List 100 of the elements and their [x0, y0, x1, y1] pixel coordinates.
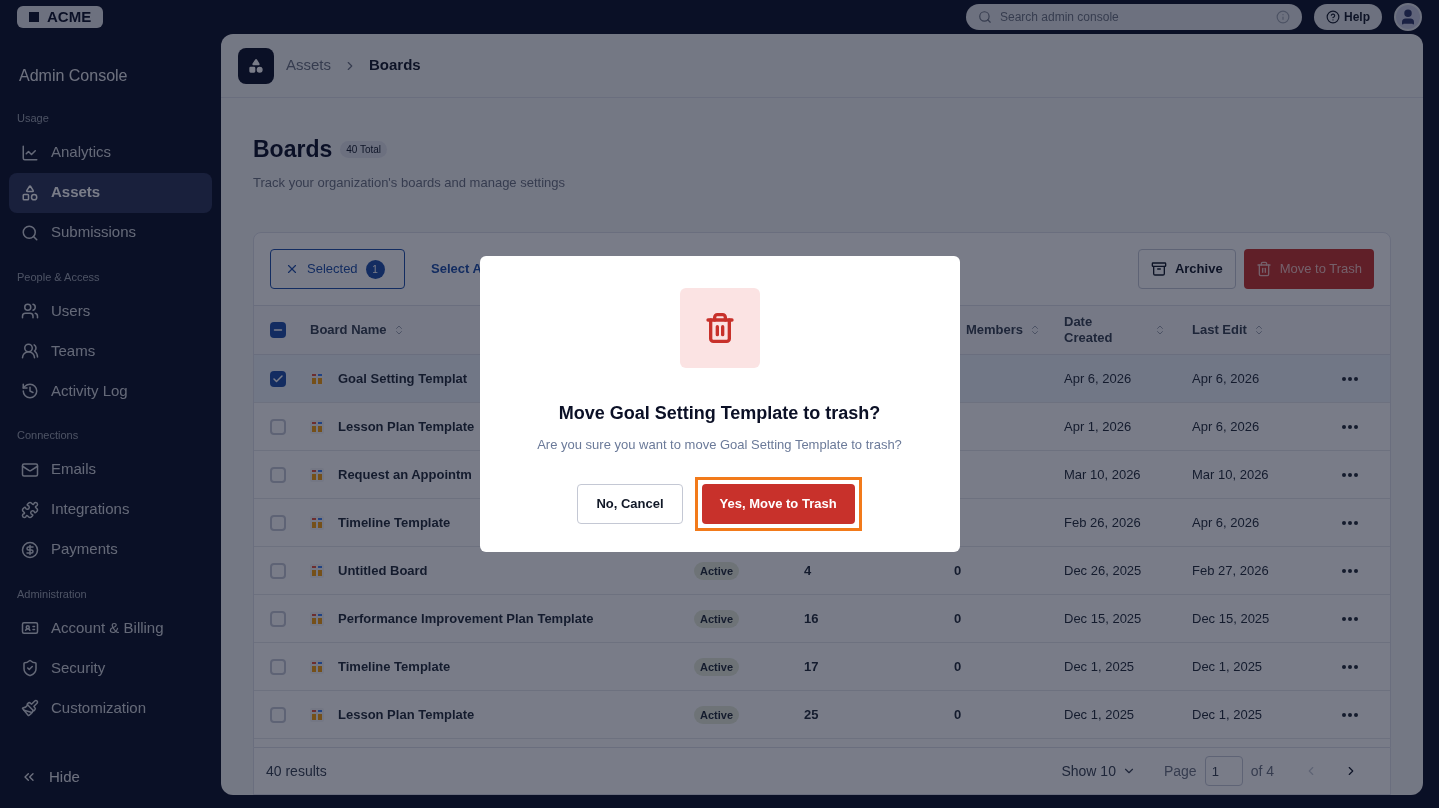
board-icon [310, 371, 324, 386]
more-icon[interactable] [1342, 376, 1358, 381]
more-icon[interactable] [1342, 616, 1358, 621]
confirm-button[interactable]: Yes, Move to Trash [701, 483, 855, 524]
more-icon[interactable] [1342, 712, 1358, 717]
menu-icon [21, 223, 39, 242]
board-name[interactable]: Untitled Board [338, 560, 428, 581]
row-checkbox[interactable] [270, 466, 286, 483]
info-icon [1276, 10, 1290, 24]
column-header[interactable]: Date Created [1064, 314, 1144, 346]
menu-icon [21, 540, 39, 559]
more-icon[interactable] [1342, 664, 1358, 669]
board-name[interactable]: Lesson Plan Template [338, 704, 475, 725]
trash-icon [1255, 261, 1272, 277]
menu-icon [21, 302, 39, 320]
cancel-button[interactable]: No, Cancel [577, 483, 683, 524]
table-cell: Apr 6, 2026 [1192, 418, 1260, 434]
sidebar-item[interactable]: Assets [9, 172, 212, 213]
row-checkbox[interactable] [270, 706, 286, 723]
menu-icon [21, 500, 39, 519]
hide-button[interactable]: Hide [9, 759, 212, 795]
page-label: Page [1163, 761, 1197, 781]
board-icon [310, 515, 324, 530]
row-checkbox[interactable] [270, 562, 286, 579]
board-icon [310, 467, 324, 482]
table-cell: Apr 1, 2026 [1064, 418, 1132, 434]
table-cell: Dec 1, 2025 [1064, 658, 1135, 674]
help-button[interactable]: Help [1314, 4, 1382, 30]
section-label: People & Access [16, 269, 101, 285]
total-badge: 40 Total [340, 140, 388, 158]
breadcrumb-link[interactable]: Assets [286, 54, 331, 77]
page-input[interactable]: 1 [1204, 756, 1243, 786]
menu-icon [21, 619, 39, 637]
board-name[interactable]: Performance Improvement Plan Template [338, 608, 594, 629]
sidebar-item[interactable]: Users [9, 291, 212, 331]
section-label: Administration [16, 586, 88, 602]
board-name[interactable]: Goal Setting Templat [338, 368, 468, 389]
move-to-trash-button[interactable]: Move to Trash [1243, 249, 1374, 289]
table-cell: Mar 10, 2026 [1192, 466, 1269, 482]
row-checkbox[interactable] [270, 658, 286, 675]
section-label: Connections [16, 428, 80, 443]
sidebar-item[interactable]: Analytics [9, 132, 212, 173]
sidebar-item[interactable]: Submissions [9, 212, 212, 253]
table-cell: Apr 6, 2026 [1192, 514, 1260, 530]
table-cell: Feb 27, 2026 [1192, 562, 1269, 578]
board-name[interactable]: Lesson Plan Template [338, 416, 475, 437]
more-icon[interactable] [1342, 520, 1358, 525]
archive-button[interactable]: Archive [1137, 249, 1236, 289]
sidebar-item[interactable]: Activity Log [9, 371, 212, 411]
status-badge: Active [694, 561, 740, 580]
status-badge: Active [694, 609, 740, 628]
page-size-select[interactable]: Show 10 [1061, 760, 1136, 782]
table-row[interactable]: Timeline Template Active 17 0 Dec 1, 2025 Dec 1, 2025 [254, 643, 1390, 691]
more-icon[interactable] [1342, 568, 1358, 573]
table-cell: Dec 1, 2025 [1192, 658, 1263, 674]
row-checkbox[interactable] [270, 514, 286, 531]
table-row[interactable]: Lesson Plan Template Active 25 0 Dec 1, 2025 Dec 1, 2025 [254, 691, 1390, 739]
sidebar-title: Admin Console [18, 66, 129, 86]
table-cell: 0 [954, 706, 962, 722]
sidebar-item[interactable]: Payments [9, 529, 212, 570]
avatar[interactable] [1394, 3, 1422, 31]
selected-button[interactable]: Selected 1 [270, 249, 405, 289]
user-icon [1399, 8, 1417, 26]
shapes-icon [248, 57, 264, 74]
dialog-title: Move Goal Setting Template to trash? [558, 402, 881, 425]
status-badge: Active [694, 705, 740, 724]
table-cell: 16 [804, 610, 819, 626]
search-icon [978, 10, 992, 24]
sidebar-item[interactable]: Customization [9, 688, 212, 728]
logo[interactable]: ACME [17, 6, 104, 28]
sidebar-item[interactable]: Security [9, 648, 212, 688]
table-cell: Dec 1, 2025 [1192, 706, 1263, 722]
column-header[interactable]: Members [966, 320, 1024, 340]
menu-icon [21, 699, 39, 717]
column-header[interactable]: Board Name [310, 320, 387, 340]
board-name[interactable]: Timeline Template [338, 512, 451, 533]
table-row[interactable]: Performance Improvement Plan Template Active 16 0 Dec 15, 2025 Dec 15, 2025 [254, 595, 1390, 643]
breadcrumb-link[interactable]: Boards [369, 54, 421, 77]
sidebar-item[interactable]: Teams [9, 331, 212, 371]
row-checkbox[interactable] [270, 418, 286, 435]
menu-icon [21, 183, 39, 202]
trash-icon [679, 288, 760, 368]
board-name[interactable]: Timeline Template [338, 656, 451, 677]
table-cell: Mar 10, 2026 [1064, 466, 1141, 482]
more-icon[interactable] [1342, 424, 1358, 429]
row-checkbox[interactable] [270, 370, 286, 387]
row-checkbox[interactable] [270, 610, 286, 627]
table-cell: Feb 26, 2026 [1064, 514, 1141, 530]
menu-icon [21, 342, 39, 360]
more-icon[interactable] [1342, 472, 1358, 477]
column-header[interactable]: Last Edit [1192, 320, 1247, 340]
sidebar-item[interactable]: Account & Billing [9, 608, 212, 648]
status-badge: Active [694, 657, 740, 676]
table-cell: 0 [954, 562, 962, 578]
sidebar-item[interactable]: Emails [9, 449, 212, 490]
header-checkbox[interactable] [270, 322, 286, 338]
board-name[interactable]: Request an Appointm [338, 464, 472, 485]
sidebar-item[interactable]: Integrations [9, 489, 212, 530]
close-icon [285, 262, 299, 276]
section-label: Usage [16, 111, 50, 126]
